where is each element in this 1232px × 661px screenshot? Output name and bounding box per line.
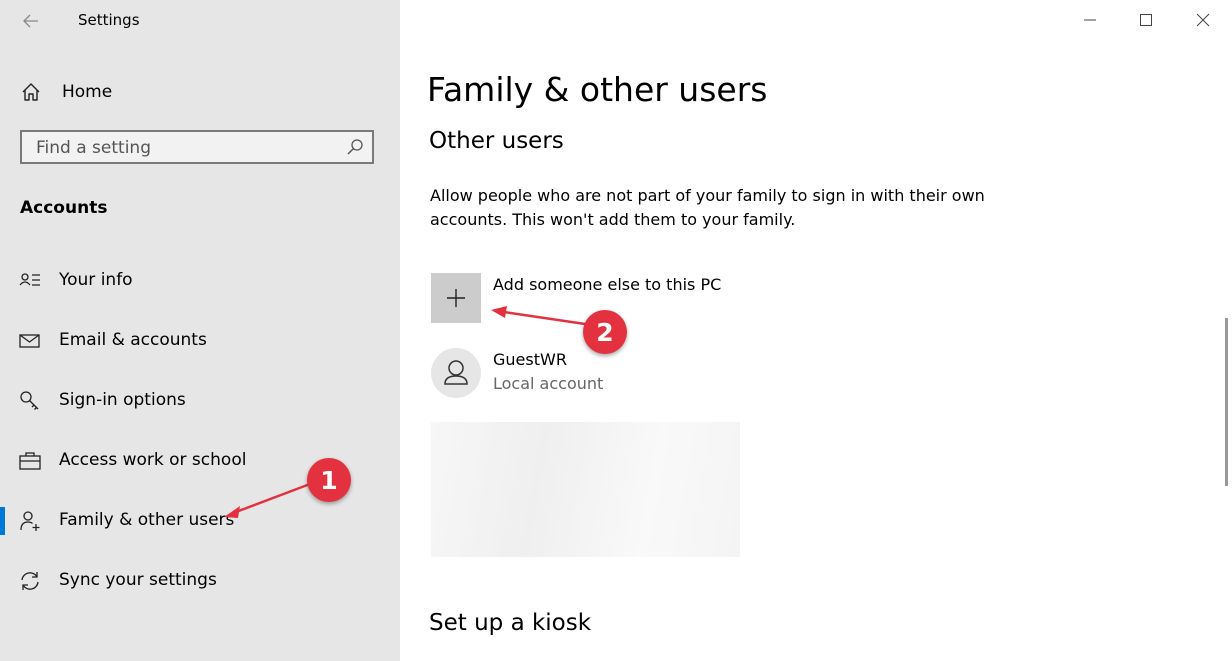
scrollbar[interactable] xyxy=(1225,318,1228,486)
briefcase-icon xyxy=(19,452,41,470)
sidebar-item-label: Family & other users xyxy=(59,510,235,530)
redacted-user-list xyxy=(431,422,740,557)
section-title-other-users: Other users xyxy=(429,128,564,154)
annotation-badge-1: 1 xyxy=(307,458,351,502)
search-box[interactable] xyxy=(20,130,374,164)
minimize-icon xyxy=(1084,19,1096,21)
sidebar-item-sync-settings[interactable]: Sync your settings xyxy=(0,561,400,601)
sync-icon xyxy=(21,572,39,590)
user-name[interactable]: GuestWR xyxy=(493,350,567,369)
section-title-kiosk: Set up a kiosk xyxy=(429,610,592,636)
maximize-icon xyxy=(1140,14,1152,26)
back-arrow-icon xyxy=(23,14,38,28)
back-button[interactable] xyxy=(18,8,44,34)
annotation-badge-2: 2 xyxy=(583,310,627,354)
sidebar-item-label: Access work or school xyxy=(59,450,247,470)
sidebar-item-sign-in-options[interactable]: Sign-in options xyxy=(0,381,400,421)
person-add-icon xyxy=(20,511,40,531)
search-input[interactable] xyxy=(22,132,348,164)
sidebar-item-label: Sign-in options xyxy=(59,390,186,410)
other-users-description: Allow people who are not part of your fa… xyxy=(430,186,985,229)
person-icon xyxy=(444,360,468,385)
page-title: Family & other users xyxy=(427,70,768,109)
nav-home-label: Home xyxy=(62,82,113,102)
close-icon xyxy=(1196,13,1210,27)
person-card-icon xyxy=(19,273,40,286)
sidebar-item-label: Email & accounts xyxy=(59,330,207,350)
app-title: Settings xyxy=(78,11,140,29)
mail-icon xyxy=(19,334,40,348)
user-avatar[interactable] xyxy=(431,348,481,398)
sidebar-item-family-other-users[interactable]: Family & other users xyxy=(0,501,400,541)
close-button[interactable] xyxy=(1188,6,1218,34)
section-heading: Accounts xyxy=(20,198,108,218)
sidebar: Settings Home Accounts Your info Email &… xyxy=(0,0,400,661)
user-account-type: Local account xyxy=(493,374,604,393)
sidebar-item-email-accounts[interactable]: Email & accounts xyxy=(0,321,400,361)
plus-icon xyxy=(447,289,465,307)
sidebar-item-your-info[interactable]: Your info xyxy=(0,261,400,301)
nav-home[interactable]: Home xyxy=(20,78,112,106)
add-user-button[interactable] xyxy=(431,273,481,323)
search-icon[interactable] xyxy=(346,138,364,156)
sidebar-item-label: Sync your settings xyxy=(59,570,217,590)
sidebar-item-label: Your info xyxy=(59,270,133,290)
add-user-label[interactable]: Add someone else to this PC xyxy=(493,275,721,294)
maximize-button[interactable] xyxy=(1131,6,1161,34)
key-icon xyxy=(20,391,39,410)
minimize-button[interactable] xyxy=(1075,6,1105,34)
home-icon xyxy=(22,83,40,101)
